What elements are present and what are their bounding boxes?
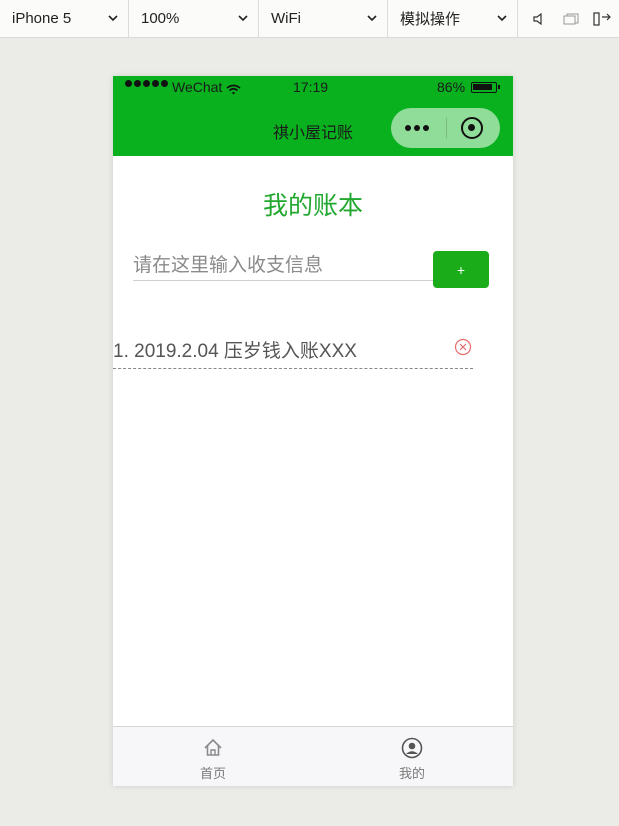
user-icon [401,737,423,759]
network-select[interactable]: WiFi [259,0,388,38]
home-icon [202,737,224,759]
list-item: 1. 2019.2.04 压岁钱入账XXX [113,338,473,369]
battery-percent: 86% [437,79,466,95]
navigation-bar: 祺小屋记账 [113,100,513,156]
sound-icon[interactable] [523,0,555,38]
page-title: 我的账本 [262,192,363,220]
operation-select-value: 模拟操作 [400,11,461,28]
add-record-button-label: + [456,261,466,278]
tab-mine-label: 我的 [398,766,425,781]
zoom-select[interactable]: 100% [129,0,259,38]
tab-mine[interactable]: 我的 [372,737,452,782]
battery-icon [471,82,500,93]
rotate-icon[interactable] [587,0,619,38]
tab-bar: 首页 我的 [113,726,513,786]
record-input-placeholder: 请在这里输入收支信息 [133,255,324,276]
chevron-down-icon [238,14,248,24]
status-bar: WeChat 17:19 86% [113,76,513,100]
record-text: 1. 2019.2.04 压岁钱入账XXX [113,341,357,362]
zoom-select-value: 100% [141,10,180,27]
status-time: 17:19 [293,79,329,95]
simulator-toolbar: iPhone 5 100% WiFi 模拟操作 [0,0,619,38]
device-select-value: iPhone 5 [12,10,72,27]
miniprogram-capsule [391,108,500,148]
tab-home[interactable]: 首页 [173,737,253,782]
add-record-button[interactable]: + [433,251,489,288]
toolbar-icon-group [523,0,619,38]
close-target-icon[interactable] [461,117,483,139]
wifi-icon [226,82,241,98]
record-input[interactable]: 请在这里输入收支信息 [133,252,433,281]
signal-icon [125,80,168,87]
device-select[interactable]: iPhone 5 [0,0,129,38]
chevron-down-icon [367,14,377,24]
network-select-value: WiFi [271,10,301,27]
window-icon[interactable] [555,0,587,38]
carrier-name: WeChat [172,79,223,95]
more-icon[interactable] [405,125,429,131]
capsule-divider [446,118,447,138]
operation-select[interactable]: 模拟操作 [388,0,518,38]
chevron-down-icon [108,14,118,24]
tab-home-label: 首页 [199,766,226,781]
delete-icon[interactable] [454,338,472,356]
phone-screen: WeChat 17:19 86% 祺小屋记账 我的账本 请在这里输入收支信息 +… [113,76,513,786]
chevron-down-icon [497,14,507,24]
